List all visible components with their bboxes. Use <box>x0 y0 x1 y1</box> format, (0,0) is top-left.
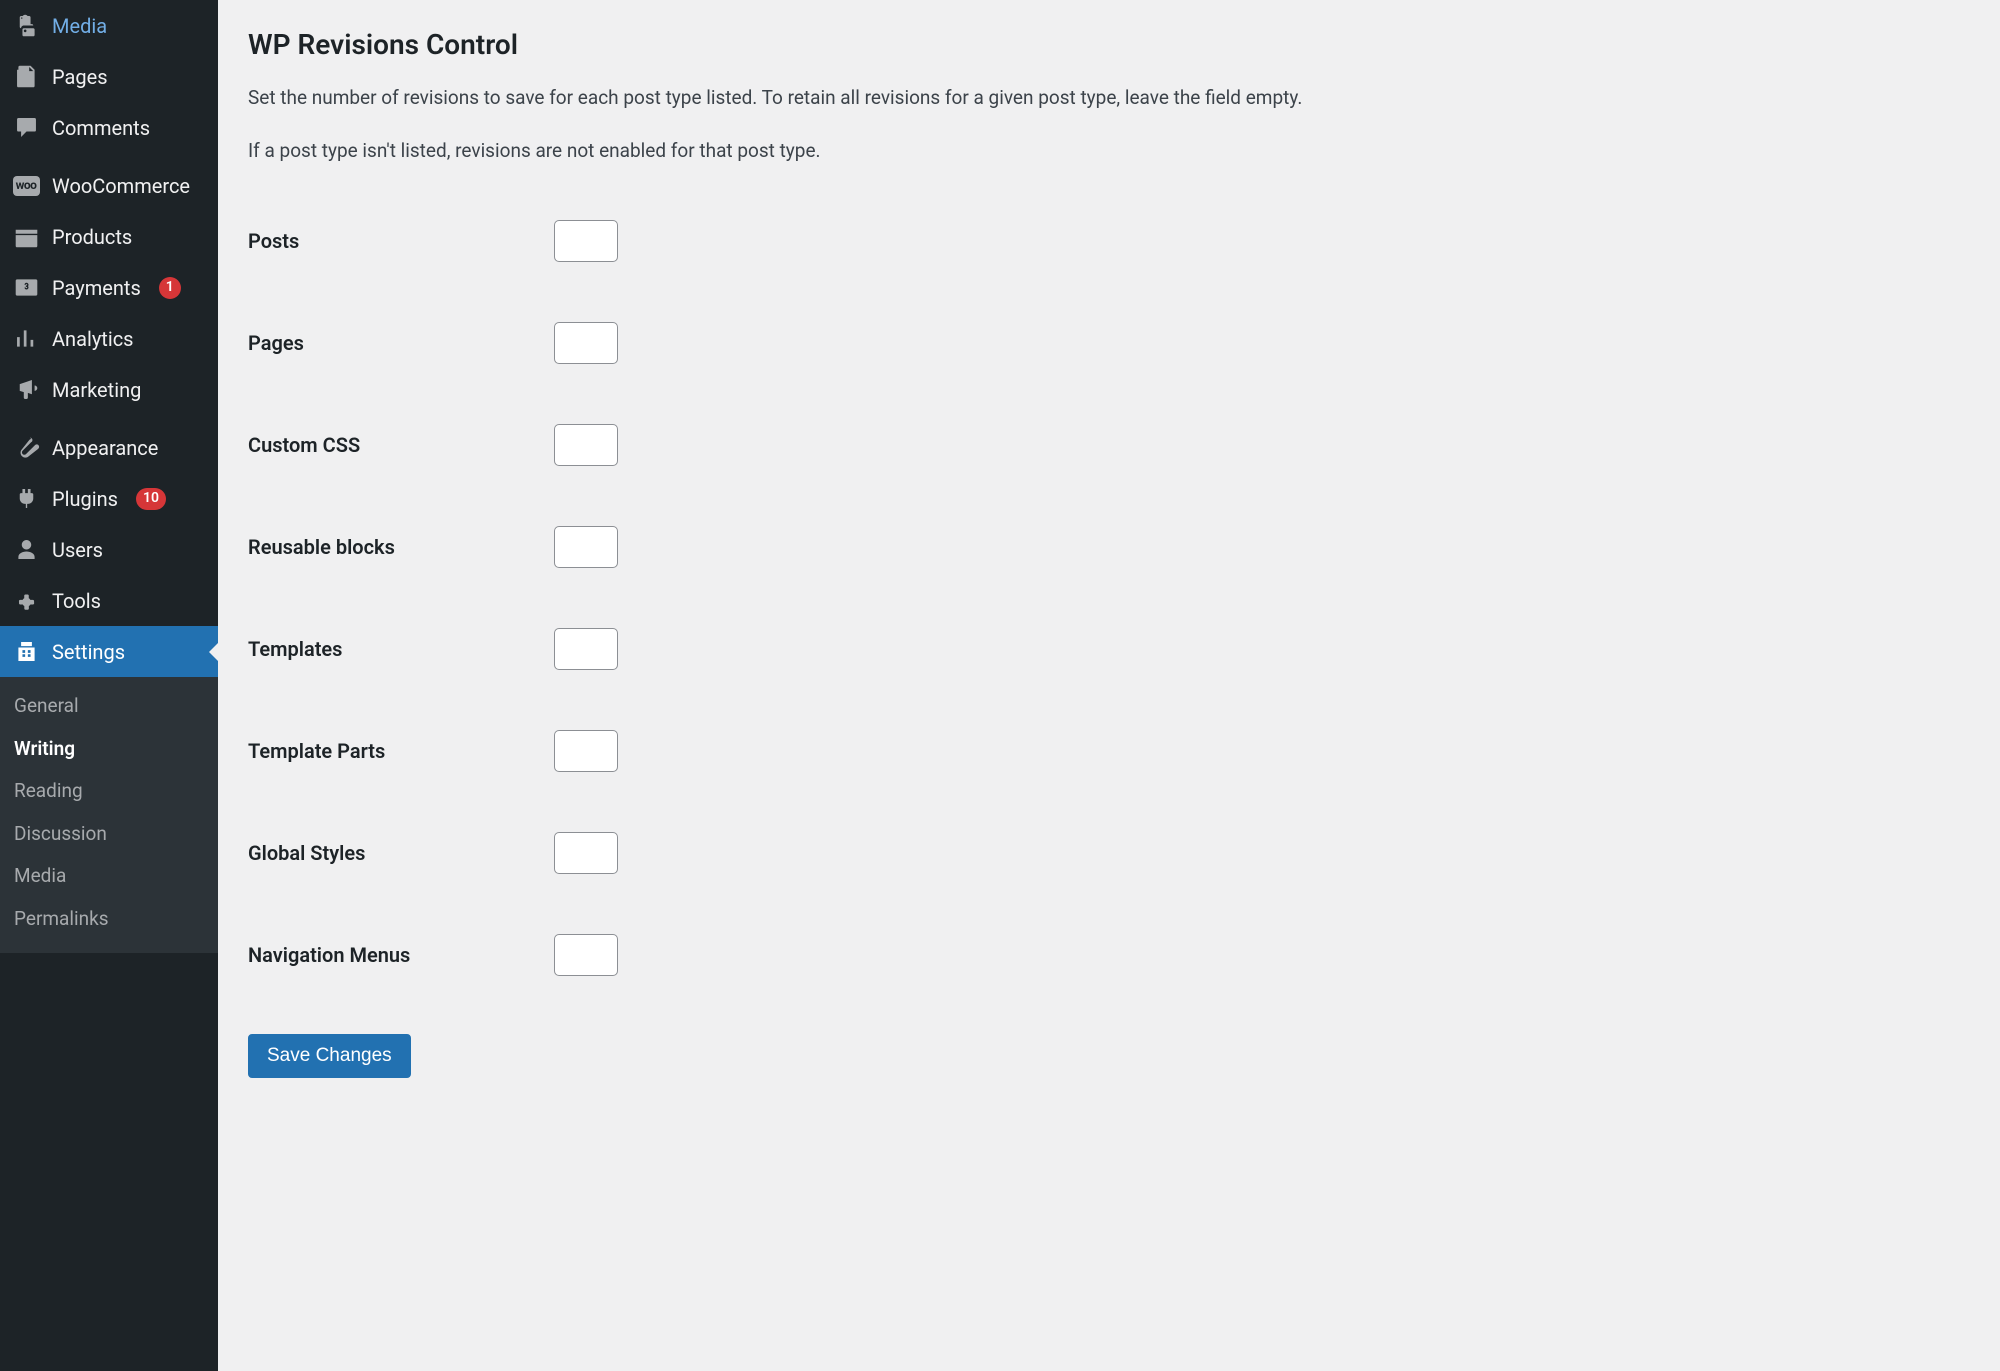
sidebar-item-analytics[interactable]: Analytics <box>0 313 218 364</box>
admin-sidebar: Media Pages Comments woo WooCommerce Pro… <box>0 0 218 1371</box>
reusable-blocks-input[interactable] <box>554 526 618 568</box>
appearance-icon <box>12 434 40 461</box>
payments-icon <box>12 274 40 301</box>
sidebar-item-label: Products <box>52 224 132 250</box>
pages-icon <box>12 63 40 90</box>
field-row-navigation-menus: Navigation Menus <box>248 904 1970 1006</box>
sidebar-item-label: Appearance <box>52 435 158 461</box>
users-icon <box>12 536 40 563</box>
save-changes-button[interactable]: Save Changes <box>248 1034 411 1078</box>
settings-submenu: General Writing Reading Discussion Media… <box>0 677 218 953</box>
sidebar-item-label: Users <box>52 537 103 563</box>
global-styles-input[interactable] <box>554 832 618 874</box>
field-label: Reusable blocks <box>248 496 554 598</box>
pages-input[interactable] <box>554 322 618 364</box>
plugins-icon <box>12 485 40 512</box>
submenu-item-reading[interactable]: Reading <box>0 770 218 813</box>
sidebar-item-pages[interactable]: Pages <box>0 51 218 102</box>
submenu-label: Writing <box>14 737 75 760</box>
templates-input[interactable] <box>554 628 618 670</box>
section-description-2: If a post type isn't listed, revisions a… <box>248 138 1970 165</box>
field-row-pages: Pages <box>248 292 1970 394</box>
submenu-item-writing[interactable]: Writing <box>0 728 218 771</box>
sidebar-item-label: Analytics <box>52 326 134 352</box>
sidebar-item-label: Settings <box>52 639 125 665</box>
sidebar-item-users[interactable]: Users <box>0 524 218 575</box>
revisions-form-table: Posts Pages Custom CSS Reusable blocks T… <box>248 190 1970 1006</box>
section-heading: WP Revisions Control <box>248 28 1970 61</box>
settings-icon <box>12 638 40 665</box>
sidebar-item-label: Plugins <box>52 486 118 512</box>
main-content: WP Revisions Control Set the number of r… <box>218 0 2000 1371</box>
sidebar-item-tools[interactable]: Tools <box>0 575 218 626</box>
submenu-label: Reading <box>14 779 83 802</box>
menu-separator <box>0 415 218 422</box>
sidebar-item-label: Tools <box>52 588 101 614</box>
field-label: Posts <box>248 190 554 292</box>
marketing-icon <box>12 376 40 403</box>
woocommerce-icon: woo <box>12 172 40 199</box>
submenu-label: Media <box>14 864 66 887</box>
field-label: Global Styles <box>248 802 554 904</box>
sidebar-item-media[interactable]: Media <box>0 0 218 51</box>
sidebar-item-products[interactable]: Products <box>0 211 218 262</box>
sidebar-item-label: Pages <box>52 64 108 90</box>
field-row-global-styles: Global Styles <box>248 802 1970 904</box>
comments-icon <box>12 114 40 141</box>
sidebar-item-label: Media <box>52 13 107 39</box>
field-label: Template Parts <box>248 700 554 802</box>
badge-count: 10 <box>136 488 166 510</box>
submenu-item-discussion[interactable]: Discussion <box>0 813 218 856</box>
sidebar-item-settings[interactable]: Settings <box>0 626 218 677</box>
field-row-template-parts: Template Parts <box>248 700 1970 802</box>
posts-input[interactable] <box>554 220 618 262</box>
submenu-item-general[interactable]: General <box>0 685 218 728</box>
products-icon <box>12 223 40 250</box>
navigation-menus-input[interactable] <box>554 934 618 976</box>
field-label: Navigation Menus <box>248 904 554 1006</box>
template-parts-input[interactable] <box>554 730 618 772</box>
section-description-1: Set the number of revisions to save for … <box>248 85 1970 112</box>
tools-icon <box>12 587 40 614</box>
media-icon <box>12 12 40 39</box>
field-label: Pages <box>248 292 554 394</box>
field-row-posts: Posts <box>248 190 1970 292</box>
sidebar-item-comments[interactable]: Comments <box>0 102 218 153</box>
submenu-label: General <box>14 694 79 717</box>
sidebar-item-woocommerce[interactable]: woo WooCommerce <box>0 160 218 211</box>
analytics-icon <box>12 325 40 352</box>
sidebar-item-label: Marketing <box>52 377 141 403</box>
submenu-label: Discussion <box>14 822 107 845</box>
sidebar-item-label: WooCommerce <box>52 173 190 199</box>
field-label: Custom CSS <box>248 394 554 496</box>
sidebar-item-appearance[interactable]: Appearance <box>0 422 218 473</box>
field-row-custom-css: Custom CSS <box>248 394 1970 496</box>
sidebar-item-marketing[interactable]: Marketing <box>0 364 218 415</box>
submenu-item-permalinks[interactable]: Permalinks <box>0 898 218 941</box>
menu-separator <box>0 153 218 160</box>
submenu-item-media[interactable]: Media <box>0 855 218 898</box>
field-row-templates: Templates <box>248 598 1970 700</box>
submenu-label: Permalinks <box>14 907 109 930</box>
sidebar-item-payments[interactable]: Payments 1 <box>0 262 218 313</box>
field-label: Templates <box>248 598 554 700</box>
sidebar-item-plugins[interactable]: Plugins 10 <box>0 473 218 524</box>
badge-count: 1 <box>159 277 181 299</box>
sidebar-item-label: Comments <box>52 115 150 141</box>
sidebar-item-label: Payments <box>52 275 141 301</box>
field-row-reusable-blocks: Reusable blocks <box>248 496 1970 598</box>
custom-css-input[interactable] <box>554 424 618 466</box>
